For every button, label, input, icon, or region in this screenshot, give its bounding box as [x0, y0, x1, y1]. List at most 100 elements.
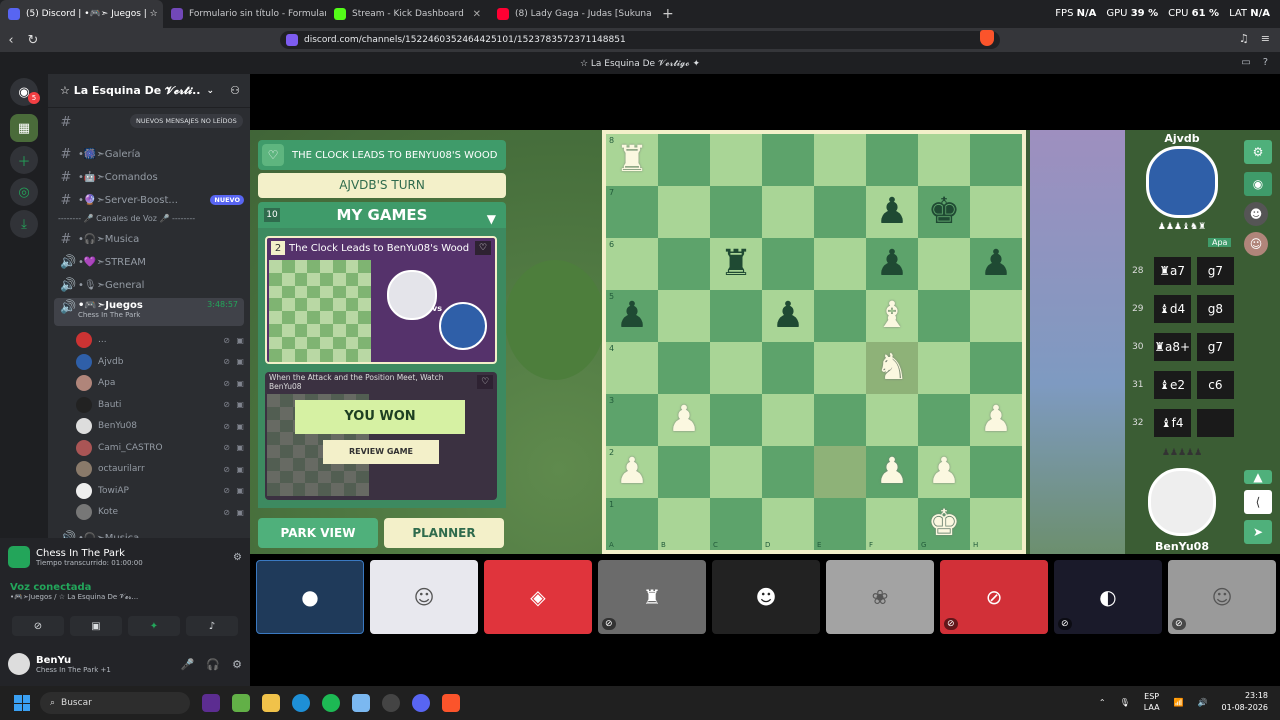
bottom-player-avatar[interactable]	[1148, 468, 1216, 536]
square-e4[interactable]	[814, 342, 866, 394]
chevron-up-icon[interactable]: ▲	[1244, 470, 1272, 484]
top-player-avatar[interactable]	[1146, 146, 1218, 218]
channel-juegos[interactable]: 🔊 •🎮➣Juegos Chess In The Park 3:48:57	[54, 298, 244, 326]
heart-icon[interactable]: ♡	[475, 241, 491, 255]
participant-tile[interactable]: ❀	[826, 560, 934, 634]
black-move[interactable]: g8	[1196, 295, 1234, 323]
text-channel[interactable]: # •🎆➣Galería	[54, 144, 244, 164]
share-icon[interactable]: ⟨	[1244, 490, 1272, 514]
chess-piece[interactable]: ♟	[918, 446, 970, 498]
square-c4[interactable]	[710, 342, 762, 394]
square-f6[interactable]: ♟	[866, 238, 918, 290]
chess-piece[interactable]: ♝	[866, 290, 918, 342]
participant-tile[interactable]: ☻	[712, 560, 820, 634]
square-b5[interactable]	[658, 290, 710, 342]
square-e3[interactable]	[814, 394, 866, 446]
square-d5[interactable]: ♟	[762, 290, 814, 342]
square-e1[interactable]: E	[814, 498, 866, 550]
black-move[interactable]: g7	[1196, 333, 1234, 361]
browser-tab[interactable]: (5) Discord | •🎮➣ Juegos | ☆✕	[0, 0, 163, 28]
new-tab-button[interactable]: +	[662, 6, 674, 22]
screen-share-button[interactable]: ▣	[70, 616, 122, 636]
browser-tab[interactable]: Stream - Kick Dashboard ✕	[326, 0, 489, 28]
square-g2[interactable]: ♟	[918, 446, 970, 498]
download-icon[interactable]: ⤓	[10, 210, 38, 238]
square-h6[interactable]: ♟	[970, 238, 1022, 290]
square-e2[interactable]	[814, 446, 866, 498]
square-h3[interactable]: ♟	[970, 394, 1022, 446]
folder-icon[interactable]	[262, 694, 280, 712]
app-icon[interactable]	[352, 694, 370, 712]
square-f4[interactable]: ♞	[866, 342, 918, 394]
square-g1[interactable]: G ♚	[918, 498, 970, 550]
chevron-up-icon[interactable]: ⌃	[1099, 698, 1106, 707]
clock[interactable]: 23:18 01-08-2026	[1222, 690, 1269, 714]
server-header[interactable]: ☆ La Esquina De 𝓥𝓮𝓻𝓽𝓲.. ⌄ ⚇	[48, 74, 250, 108]
participant-tile[interactable]: ◈	[484, 560, 592, 634]
square-a7[interactable]: 7	[606, 186, 658, 238]
square-b4[interactable]	[658, 342, 710, 394]
voice-user[interactable]: Ajvdb ⊘ ▣	[76, 352, 246, 372]
white-move[interactable]: ♝e2	[1153, 371, 1191, 399]
site-info-icon[interactable]	[286, 34, 298, 46]
reload-icon[interactable]: ↻	[22, 33, 44, 48]
square-b6[interactable]	[658, 238, 710, 290]
square-g4[interactable]	[918, 342, 970, 394]
voice-channel[interactable]: # •🎧➣Musica	[54, 229, 244, 249]
voice-user[interactable]: octaurilarr ⊘ ▣	[76, 459, 246, 479]
square-e8[interactable]	[814, 134, 866, 186]
chess-piece[interactable]: ♚	[918, 498, 970, 550]
activity-row[interactable]: Chess In The Park Tiempo transcurrido: 01…	[8, 542, 242, 572]
volume-icon[interactable]: 🔊	[1198, 698, 1208, 707]
add-server-icon[interactable]: ＋	[10, 146, 38, 174]
square-e6[interactable]	[814, 238, 866, 290]
chess-piece[interactable]: ♟	[606, 290, 658, 342]
participant-avatar[interactable]: ☻	[1244, 202, 1268, 226]
browser-tab[interactable]: (8) Lady Gaga - Judas [Sukuna Vs✕	[489, 0, 652, 28]
settings-icon[interactable]: ⚙	[1244, 140, 1272, 164]
square-c3[interactable]	[710, 394, 762, 446]
participant-tile[interactable]: ♜ ⊘	[598, 560, 706, 634]
voice-status[interactable]: Voz conectada •🎮➣Juegos / ☆ La Esquina D…	[10, 582, 240, 602]
square-f3[interactable]	[866, 394, 918, 446]
white-move[interactable]: ♜a7	[1153, 257, 1191, 285]
eye-icon[interactable]: ◉	[1244, 172, 1272, 196]
app-icon[interactable]	[202, 694, 220, 712]
square-b8[interactable]	[658, 134, 710, 186]
activities-button[interactable]: ✦	[128, 616, 180, 636]
square-b3[interactable]: ♟	[658, 394, 710, 446]
square-b1[interactable]: B	[658, 498, 710, 550]
square-h7[interactable]	[970, 186, 1022, 238]
minecraft-icon[interactable]	[232, 694, 250, 712]
settings-icon[interactable]: ⚙	[232, 658, 242, 671]
obs-icon[interactable]	[382, 694, 400, 712]
microphone-icon[interactable]: 🎤	[181, 658, 195, 671]
square-c1[interactable]: C	[710, 498, 762, 550]
browser-tab[interactable]: Formulario sin título - Formularios de✕	[163, 0, 326, 28]
square-d2[interactable]	[762, 446, 814, 498]
square-a2[interactable]: 2 ♟	[606, 446, 658, 498]
square-c7[interactable]	[710, 186, 762, 238]
voice-user[interactable]: Apa ⊘ ▣	[76, 373, 246, 393]
square-f2[interactable]: ♟	[866, 446, 918, 498]
square-a3[interactable]: 3	[606, 394, 658, 446]
media-icon[interactable]: ♫	[1239, 32, 1249, 45]
participant-tile[interactable]: ●	[256, 560, 364, 634]
square-h8[interactable]	[970, 134, 1022, 186]
new-messages-pill[interactable]: NUEVOS MENSAJES NO LEÍDOS	[130, 114, 243, 128]
close-tab-icon[interactable]: ✕	[473, 9, 481, 20]
edge-icon[interactable]	[292, 694, 310, 712]
add-user-icon[interactable]: ⚇	[230, 84, 240, 97]
square-g7[interactable]: ♚	[918, 186, 970, 238]
game-settings-icon[interactable]: ⚙	[233, 552, 242, 563]
square-a8[interactable]: 8 ♜	[606, 134, 658, 186]
participant-tile[interactable]: ☺	[370, 560, 478, 634]
square-d4[interactable]	[762, 342, 814, 394]
square-a6[interactable]: 6	[606, 238, 658, 290]
white-move[interactable]: ♝f4	[1153, 409, 1191, 437]
square-c2[interactable]	[710, 446, 762, 498]
spotify-icon[interactable]	[322, 694, 340, 712]
square-g8[interactable]	[918, 134, 970, 186]
current-user[interactable]: BenYu Chess In The Park +1 🎤 🎧 ⚙	[8, 646, 242, 682]
camera-off-button[interactable]: ⊘	[12, 616, 64, 636]
